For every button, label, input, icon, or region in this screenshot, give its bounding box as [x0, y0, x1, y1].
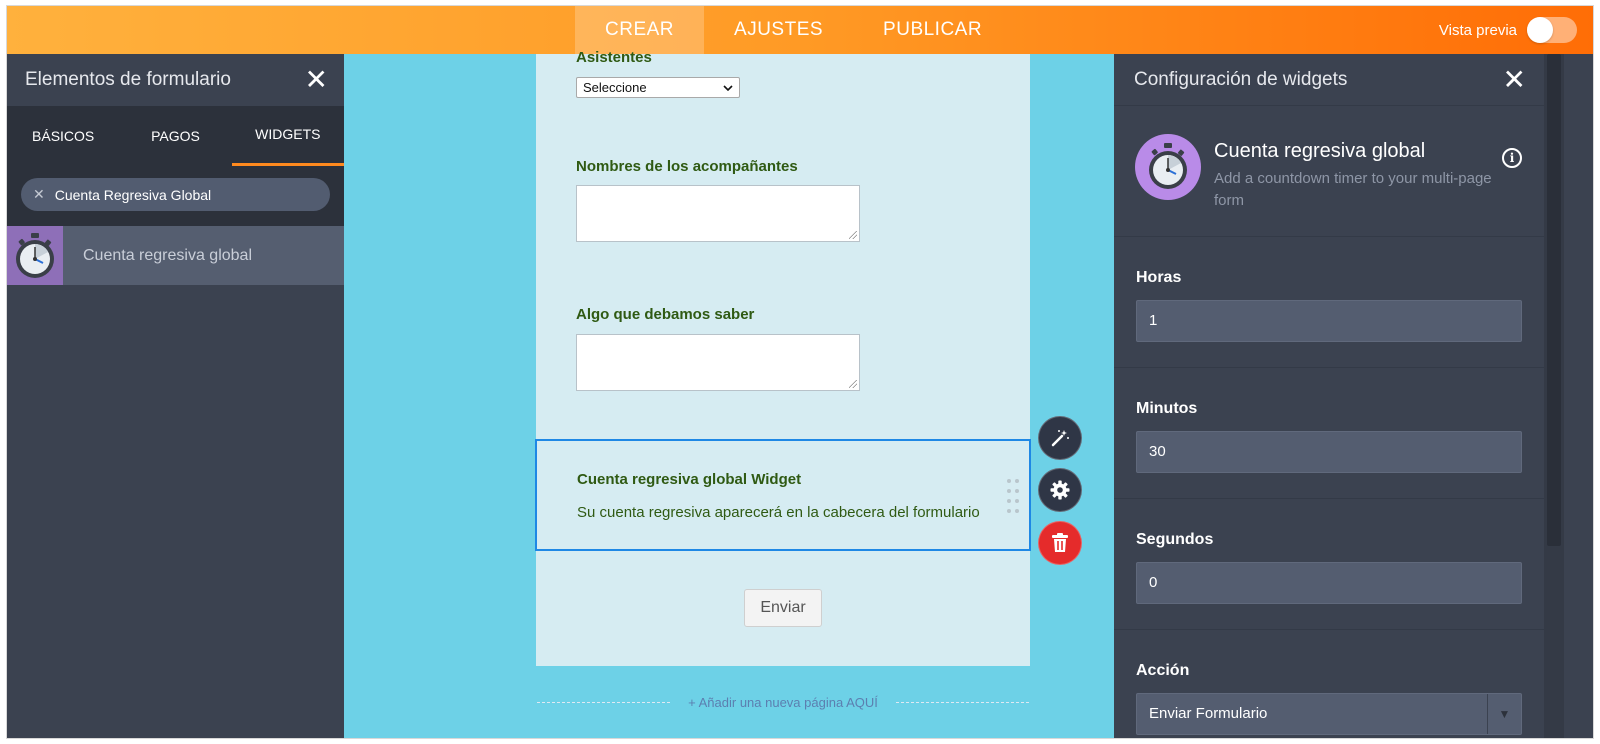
widget-description: Add a countdown timer to your multi-page…	[1214, 170, 1492, 209]
tab-widgets[interactable]: WIDGETS	[231, 106, 344, 166]
right-panel-title: Configuración de widgets	[1134, 68, 1348, 90]
widget-field-description: Su cuenta regresiva aparecerá en la cabe…	[577, 504, 980, 521]
widget-search-input[interactable]: ✕ Cuenta Regresiva Global	[21, 178, 330, 211]
widget-result-item[interactable]: Cuenta regresiva global	[7, 226, 344, 285]
trash-icon	[1052, 533, 1068, 552]
tab-ajustes[interactable]: AJUSTES	[704, 6, 853, 54]
left-panel-header: Elementos de formulario ✕	[7, 54, 344, 106]
question-label-companions: Nombres de los acompañantes	[576, 158, 798, 175]
select-value: Seleccione	[583, 80, 647, 95]
clear-search-icon[interactable]: ✕	[33, 186, 45, 203]
chevron-down-icon	[723, 84, 733, 91]
field-minutos: Minutos 30	[1114, 368, 1544, 499]
countdown-widget-field[interactable]: Cuenta regresiva global Widget Su cuenta…	[535, 439, 1031, 551]
add-page-label: + Añadir una nueva página AQUÍ	[688, 694, 878, 710]
scrollbar-thumb[interactable]	[1547, 54, 1561, 546]
main-nav: CREAR AJUSTES PUBLICAR	[575, 6, 1012, 54]
delete-button[interactable]	[1038, 521, 1082, 565]
settings-button[interactable]	[1038, 468, 1082, 512]
segundos-input[interactable]: 0	[1136, 562, 1522, 604]
app-window: CREAR AJUSTES PUBLICAR Vista previa Elem…	[6, 5, 1594, 739]
field-accion: Acción Enviar Formulario ▼	[1114, 630, 1544, 738]
preview-toggle[interactable]	[1527, 17, 1577, 43]
toggle-knob	[1527, 17, 1553, 43]
right-panel-header: Configuración de widgets ✕	[1114, 54, 1544, 106]
close-icon[interactable]: ✕	[305, 66, 328, 94]
gear-icon	[1050, 480, 1070, 500]
element-tabs: BÁSICOS PAGOS WIDGETS	[7, 106, 344, 166]
asistentes-select[interactable]: Seleccione	[576, 77, 740, 98]
notes-textarea[interactable]	[576, 334, 860, 391]
field-label-minutos: Minutos	[1136, 400, 1198, 417]
right-gutter	[1564, 54, 1593, 738]
question-label-asistentes: Asistentes	[576, 49, 652, 66]
submit-button[interactable]: Enviar	[744, 589, 822, 627]
field-horas: Horas 1	[1114, 237, 1544, 368]
accion-select[interactable]: Enviar Formulario ▼	[1136, 693, 1522, 735]
form-page: Asistentes Seleccione Nombres de los aco…	[535, 49, 1031, 666]
form-canvas: Asistentes Seleccione Nombres de los aco…	[344, 49, 1114, 738]
question-label-notes: Algo que debamos saber	[576, 306, 755, 323]
widget-settings-panel: Configuración de widgets ✕ Cuenta regres…	[1114, 54, 1544, 738]
search-value: Cuenta Regresiva Global	[54, 186, 212, 203]
form-elements-panel: Elementos de formulario ✕ BÁSICOS PAGOS …	[7, 54, 344, 738]
field-label-horas: Horas	[1136, 269, 1182, 286]
settings-scrollbar[interactable]	[1544, 54, 1564, 738]
field-label-segundos: Segundos	[1136, 531, 1214, 548]
preview-label: Vista previa	[1438, 21, 1517, 39]
stopwatch-icon	[1135, 134, 1201, 200]
preview-control: Vista previa	[1439, 16, 1577, 44]
stopwatch-icon	[7, 226, 63, 285]
magic-wand-icon	[1051, 430, 1069, 447]
top-bar: CREAR AJUSTES PUBLICAR Vista previa	[7, 6, 1593, 54]
tab-publicar[interactable]: PUBLICAR	[853, 6, 1012, 54]
tab-crear[interactable]: CREAR	[575, 6, 705, 54]
left-panel-title: Elementos de formulario	[25, 69, 231, 90]
magic-wand-button[interactable]	[1038, 416, 1082, 460]
widget-name: Cuenta regresiva global	[1214, 140, 1426, 162]
minutos-input[interactable]: 30	[1136, 431, 1522, 473]
add-page-divider[interactable]: + Añadir una nueva página AQUÍ	[537, 692, 1030, 712]
widget-info: Cuenta regresiva global Add a countdown …	[1114, 106, 1544, 237]
info-icon[interactable]: i	[1502, 148, 1522, 168]
field-label-accion: Acción	[1136, 662, 1190, 679]
accion-value: Enviar Formulario	[1149, 705, 1268, 722]
tab-basicos[interactable]: BÁSICOS	[7, 106, 119, 166]
close-icon[interactable]: ✕	[1503, 65, 1526, 94]
field-segundos: Segundos 0	[1114, 499, 1544, 630]
widget-result-label: Cuenta regresiva global	[83, 246, 252, 264]
widget-field-title: Cuenta regresiva global Widget	[577, 471, 802, 488]
tab-pagos[interactable]: PAGOS	[119, 106, 231, 166]
companions-textarea[interactable]	[576, 185, 860, 242]
drag-handle-icon[interactable]	[1007, 479, 1021, 513]
chevron-down-icon: ▼	[1487, 694, 1521, 734]
horas-input[interactable]: 1	[1136, 300, 1522, 342]
search-area: ✕ Cuenta Regresiva Global	[7, 166, 344, 226]
